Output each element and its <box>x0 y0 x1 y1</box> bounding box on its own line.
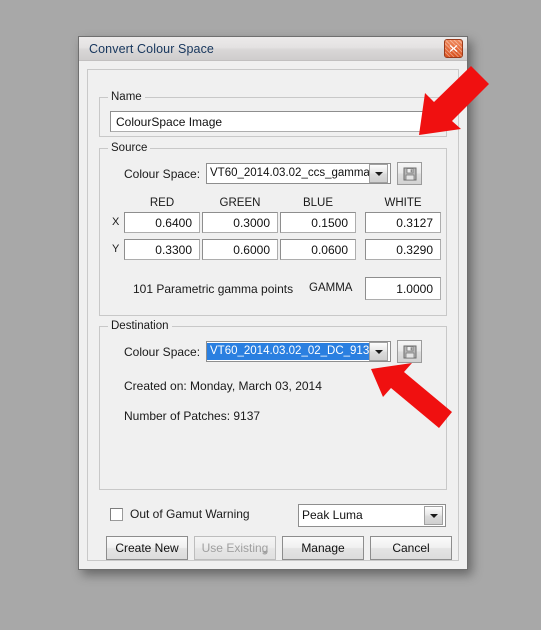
name-group-legend: Name <box>108 91 145 103</box>
create-new-button[interactable]: Create New <box>106 536 188 560</box>
source-colour-space-save-button[interactable] <box>397 162 422 185</box>
name-input[interactable]: ColourSpace Image <box>110 111 438 132</box>
gamma-value: 1.0000 <box>396 281 433 296</box>
use-existing-label: Use Existing <box>201 541 269 555</box>
dialog-titlebar[interactable]: Convert Colour Space <box>79 37 467 61</box>
chevron-down-icon[interactable] <box>369 342 388 361</box>
floppy-disk-icon <box>403 167 416 180</box>
source-green-y-field[interactable]: 0.6000 <box>202 239 278 260</box>
gamma-label: GAMMA <box>309 282 353 294</box>
chevron-down-icon[interactable] <box>424 506 443 525</box>
destination-group: Destination Colour Space: VT60_2014.03.0… <box>99 320 447 490</box>
out-of-gamut-checkbox[interactable] <box>110 508 123 521</box>
source-group: Source Colour Space: VT60_2014.03.02_ccs… <box>99 142 447 316</box>
destination-number-of-patches: Number of Patches: 9137 <box>124 409 261 423</box>
source-blue-x-value: 0.1500 <box>311 215 348 230</box>
source-colour-space-value: VT60_2014.03.02_ccs_gamma_mirr <box>210 167 369 179</box>
source-white-y-value: 0.3290 <box>396 242 433 257</box>
destination-colour-space-value: VT60_2014.03.02_02_DC_9137p_c <box>207 343 369 360</box>
destination-colour-space-label: Colour Space: <box>124 345 201 359</box>
column-header-red: RED <box>149 197 175 209</box>
floppy-disk-icon <box>403 345 416 358</box>
column-header-green: GREEN <box>219 197 261 209</box>
manage-button[interactable]: Manage <box>282 536 364 560</box>
source-green-y-value: 0.6000 <box>233 242 270 257</box>
source-colour-space-combo[interactable]: VT60_2014.03.02_ccs_gamma_mirr <box>206 163 391 184</box>
name-group: Name ColourSpace Image <box>99 91 447 137</box>
source-red-x-field[interactable]: 0.6400 <box>124 212 200 233</box>
source-green-x-field[interactable]: 0.3000 <box>202 212 278 233</box>
source-blue-x-field[interactable]: 0.1500 <box>280 212 356 233</box>
source-white-x-field[interactable]: 0.3127 <box>365 212 441 233</box>
create-new-label: Create New <box>115 541 179 555</box>
manage-label: Manage <box>301 541 345 555</box>
source-blue-y-value: 0.0600 <box>311 242 348 257</box>
name-input-value: ColourSpace Image <box>116 114 223 129</box>
screen: Convert Colour Space Name ColourSpace Im… <box>0 0 541 630</box>
destination-group-legend: Destination <box>108 320 172 332</box>
dialog-title: Convert Colour Space <box>89 41 214 56</box>
dialog-client-area: Name ColourSpace Image Source Colour Spa… <box>87 69 459 561</box>
chevron-down-icon[interactable] <box>369 164 388 183</box>
parametric-gamma-points-text: 101 Parametric gamma points <box>133 282 294 296</box>
convert-colour-space-dialog: Convert Colour Space Name ColourSpace Im… <box>78 36 468 570</box>
source-red-y-value: 0.3300 <box>155 242 192 257</box>
close-icon[interactable] <box>444 39 463 58</box>
source-blue-y-field[interactable]: 0.0600 <box>280 239 356 260</box>
source-red-y-field[interactable]: 0.3300 <box>124 239 200 260</box>
use-existing-button: Use Existing <box>194 536 276 560</box>
source-colour-space-label: Colour Space: <box>124 167 201 181</box>
destination-colour-space-save-button[interactable] <box>397 340 422 363</box>
cancel-button[interactable]: Cancel <box>370 536 452 560</box>
gamma-field[interactable]: 1.0000 <box>365 277 441 300</box>
luma-mode-combo[interactable]: Peak Luma <box>298 504 446 527</box>
column-header-blue: BLUE <box>302 197 334 209</box>
source-white-y-field[interactable]: 0.3290 <box>365 239 441 260</box>
destination-colour-space-combo[interactable]: VT60_2014.03.02_02_DC_9137p_c <box>206 341 391 362</box>
luma-mode-value: Peak Luma <box>302 508 363 522</box>
source-red-x-value: 0.6400 <box>155 215 192 230</box>
destination-created-on: Created on: Monday, March 03, 2014 <box>124 379 322 393</box>
source-white-x-value: 0.3127 <box>396 215 433 230</box>
source-green-x-value: 0.3000 <box>233 215 270 230</box>
row-label-y: Y <box>112 243 120 255</box>
row-label-x: X <box>112 216 120 228</box>
column-header-white: WHITE <box>384 197 422 209</box>
cancel-label: Cancel <box>392 541 430 555</box>
source-group-legend: Source <box>108 142 151 154</box>
out-of-gamut-label: Out of Gamut Warning <box>130 507 250 521</box>
chevron-down-icon <box>262 551 268 554</box>
